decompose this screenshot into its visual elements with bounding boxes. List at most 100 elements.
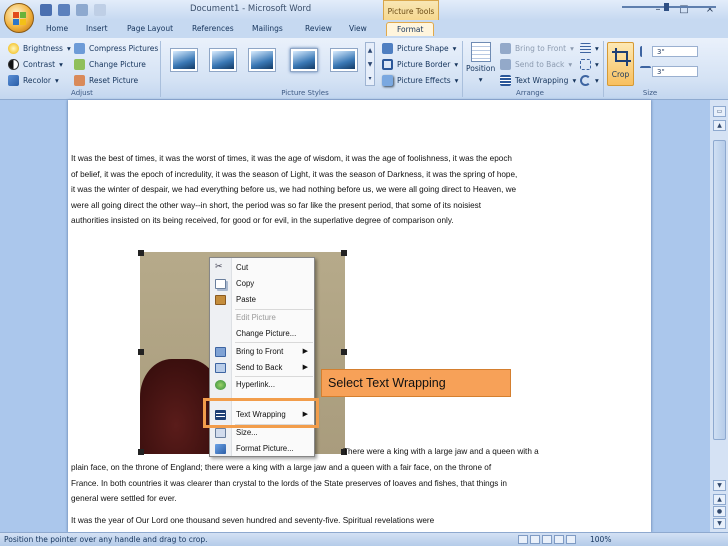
tab-page-layout[interactable]: Page Layout — [127, 24, 173, 33]
align-icon — [580, 43, 591, 54]
crop-handle[interactable] — [138, 250, 144, 256]
maximize-icon[interactable]: □ — [672, 2, 696, 17]
paste-icon — [215, 295, 226, 305]
compress-icon — [74, 43, 85, 54]
reset-picture-icon — [74, 75, 85, 86]
close-icon[interactable]: × — [698, 2, 722, 17]
bring-front-icon — [215, 347, 226, 357]
crop-handle[interactable] — [341, 349, 347, 355]
next-page-icon[interactable]: ▼ — [713, 518, 726, 529]
crop-button[interactable]: Crop — [607, 42, 634, 86]
size-icon — [215, 428, 226, 438]
send-to-back-button[interactable]: Send to Back ▾ — [500, 59, 572, 70]
undo-icon[interactable] — [58, 4, 70, 16]
change-picture-button[interactable]: Change Picture — [74, 59, 146, 70]
zoom-level[interactable]: 100% — [590, 535, 611, 544]
menu-item-bring-to-front[interactable]: Bring to Front ▶ — [210, 344, 314, 360]
submenu-arrow-icon: ▶ — [302, 348, 308, 355]
picture-effects-button[interactable]: Picture Effects ▾ — [382, 75, 458, 86]
menu-item-send-to-back[interactable]: Send to Back ▶ — [210, 360, 314, 376]
save-icon[interactable] — [40, 4, 52, 16]
picture-style-thumb[interactable] — [170, 48, 198, 72]
previous-page-icon[interactable]: ▲ — [713, 494, 726, 505]
height-field[interactable]: 3" — [652, 46, 698, 57]
zoom-slider-knob[interactable] — [664, 3, 669, 11]
draft-icon[interactable] — [566, 535, 576, 544]
tab-review[interactable]: Review — [305, 24, 332, 33]
picture-style-thumb[interactable] — [248, 48, 276, 72]
menu-item-format-picture[interactable]: Format Picture... — [210, 441, 314, 457]
divider — [160, 41, 161, 97]
group-label-size: Size — [642, 89, 658, 97]
window-title: Document1 - Microsoft Word — [190, 4, 312, 14]
contrast-icon — [8, 59, 19, 70]
picture-border-button[interactable]: Picture Border ▾ — [382, 59, 458, 70]
gallery-down-icon[interactable]: ▼ — [368, 61, 373, 68]
gallery-more-icon[interactable]: ▾ — [368, 75, 371, 82]
picture-shape-icon — [382, 43, 393, 54]
crop-handle[interactable] — [341, 250, 347, 256]
width-field[interactable]: 3" — [652, 66, 698, 77]
tab-insert[interactable]: Insert — [86, 24, 108, 33]
tab-home[interactable]: Home — [46, 24, 68, 33]
format-picture-icon — [215, 444, 226, 454]
menu-item-hyperlink[interactable]: Hyperlink... — [210, 377, 314, 393]
scroll-down-icon[interactable]: ▼ — [713, 480, 726, 491]
gallery-scroll[interactable]: ▲ ▼ ▾ — [365, 42, 375, 86]
menu-item-cut[interactable]: ✂ Cut — [210, 260, 314, 276]
zoom-slider[interactable] — [622, 6, 716, 8]
width-icon-wrap — [640, 66, 651, 70]
divider — [462, 41, 463, 97]
web-layout-icon[interactable] — [542, 535, 552, 544]
rotate-icon — [580, 75, 591, 86]
ribbon-tabs: Home Insert Page Layout References Maili… — [0, 20, 728, 38]
scroll-thumb[interactable] — [713, 140, 726, 440]
paragraph-3: It was the year of Our Lord one thousand… — [71, 516, 435, 525]
picture-style-thumb[interactable] — [209, 48, 237, 72]
rotate-button[interactable]: ▾ — [580, 75, 599, 86]
height-icon — [640, 46, 644, 57]
compress-pictures-button[interactable]: Compress Pictures — [74, 43, 158, 54]
browse-object-icon[interactable]: ● — [713, 506, 726, 517]
menu-item-paste[interactable]: Paste — [210, 292, 314, 308]
menu-separator — [235, 342, 313, 343]
picture-style-thumb[interactable] — [330, 48, 358, 72]
tab-mailings[interactable]: Mailings — [252, 24, 283, 33]
picture-shape-button[interactable]: Picture Shape ▾ — [382, 43, 456, 54]
position-button[interactable]: Position ▾ — [466, 42, 495, 84]
reset-picture-button[interactable]: Reset Picture — [74, 75, 138, 86]
group-icon — [580, 59, 591, 70]
tab-format[interactable]: Format — [386, 22, 435, 36]
recolor-icon — [8, 75, 19, 86]
crop-handle[interactable] — [138, 449, 144, 455]
office-button[interactable] — [4, 3, 34, 33]
picture-border-icon — [382, 59, 393, 70]
paragraph-1: It was the best of times, it was the wor… — [71, 154, 518, 226]
copy-icon — [215, 279, 226, 289]
tab-references[interactable]: References — [192, 24, 234, 33]
status-message: Position the pointer over any handle and… — [4, 535, 208, 544]
scroll-up-icon[interactable]: ▲ — [713, 120, 726, 131]
ruler-toggle-icon[interactable]: ▭ — [713, 106, 726, 117]
menu-item-edit-picture: Edit Picture — [236, 313, 276, 322]
menu-item-copy[interactable]: Copy — [210, 276, 314, 292]
print-layout-icon[interactable] — [518, 535, 528, 544]
full-screen-reading-icon[interactable] — [530, 535, 540, 544]
outline-icon[interactable] — [554, 535, 564, 544]
group-button[interactable]: ▾ — [580, 59, 599, 70]
redo-icon[interactable] — [76, 4, 88, 16]
bring-to-front-button[interactable]: Bring to Front ▾ — [500, 43, 574, 54]
menu-item-change-picture[interactable]: Change Picture... — [210, 326, 314, 342]
recolor-button[interactable]: Recolor ▾ — [8, 75, 59, 86]
contrast-button[interactable]: Contrast ▾ — [8, 59, 63, 70]
align-button[interactable]: ▾ — [580, 43, 599, 54]
paragraph-2-first-line: There were a king with a large jaw and a… — [343, 447, 539, 456]
customize-qat-icon[interactable] — [94, 4, 106, 16]
text-wrapping-button[interactable]: Text Wrapping ▾ — [500, 75, 576, 86]
picture-style-thumb[interactable] — [290, 48, 318, 72]
brightness-button[interactable]: Brightness ▾ — [8, 43, 71, 54]
gallery-up-icon[interactable]: ▲ — [368, 47, 373, 54]
tab-view[interactable]: View — [349, 24, 367, 33]
width-icon — [640, 66, 651, 70]
crop-handle[interactable] — [138, 349, 144, 355]
